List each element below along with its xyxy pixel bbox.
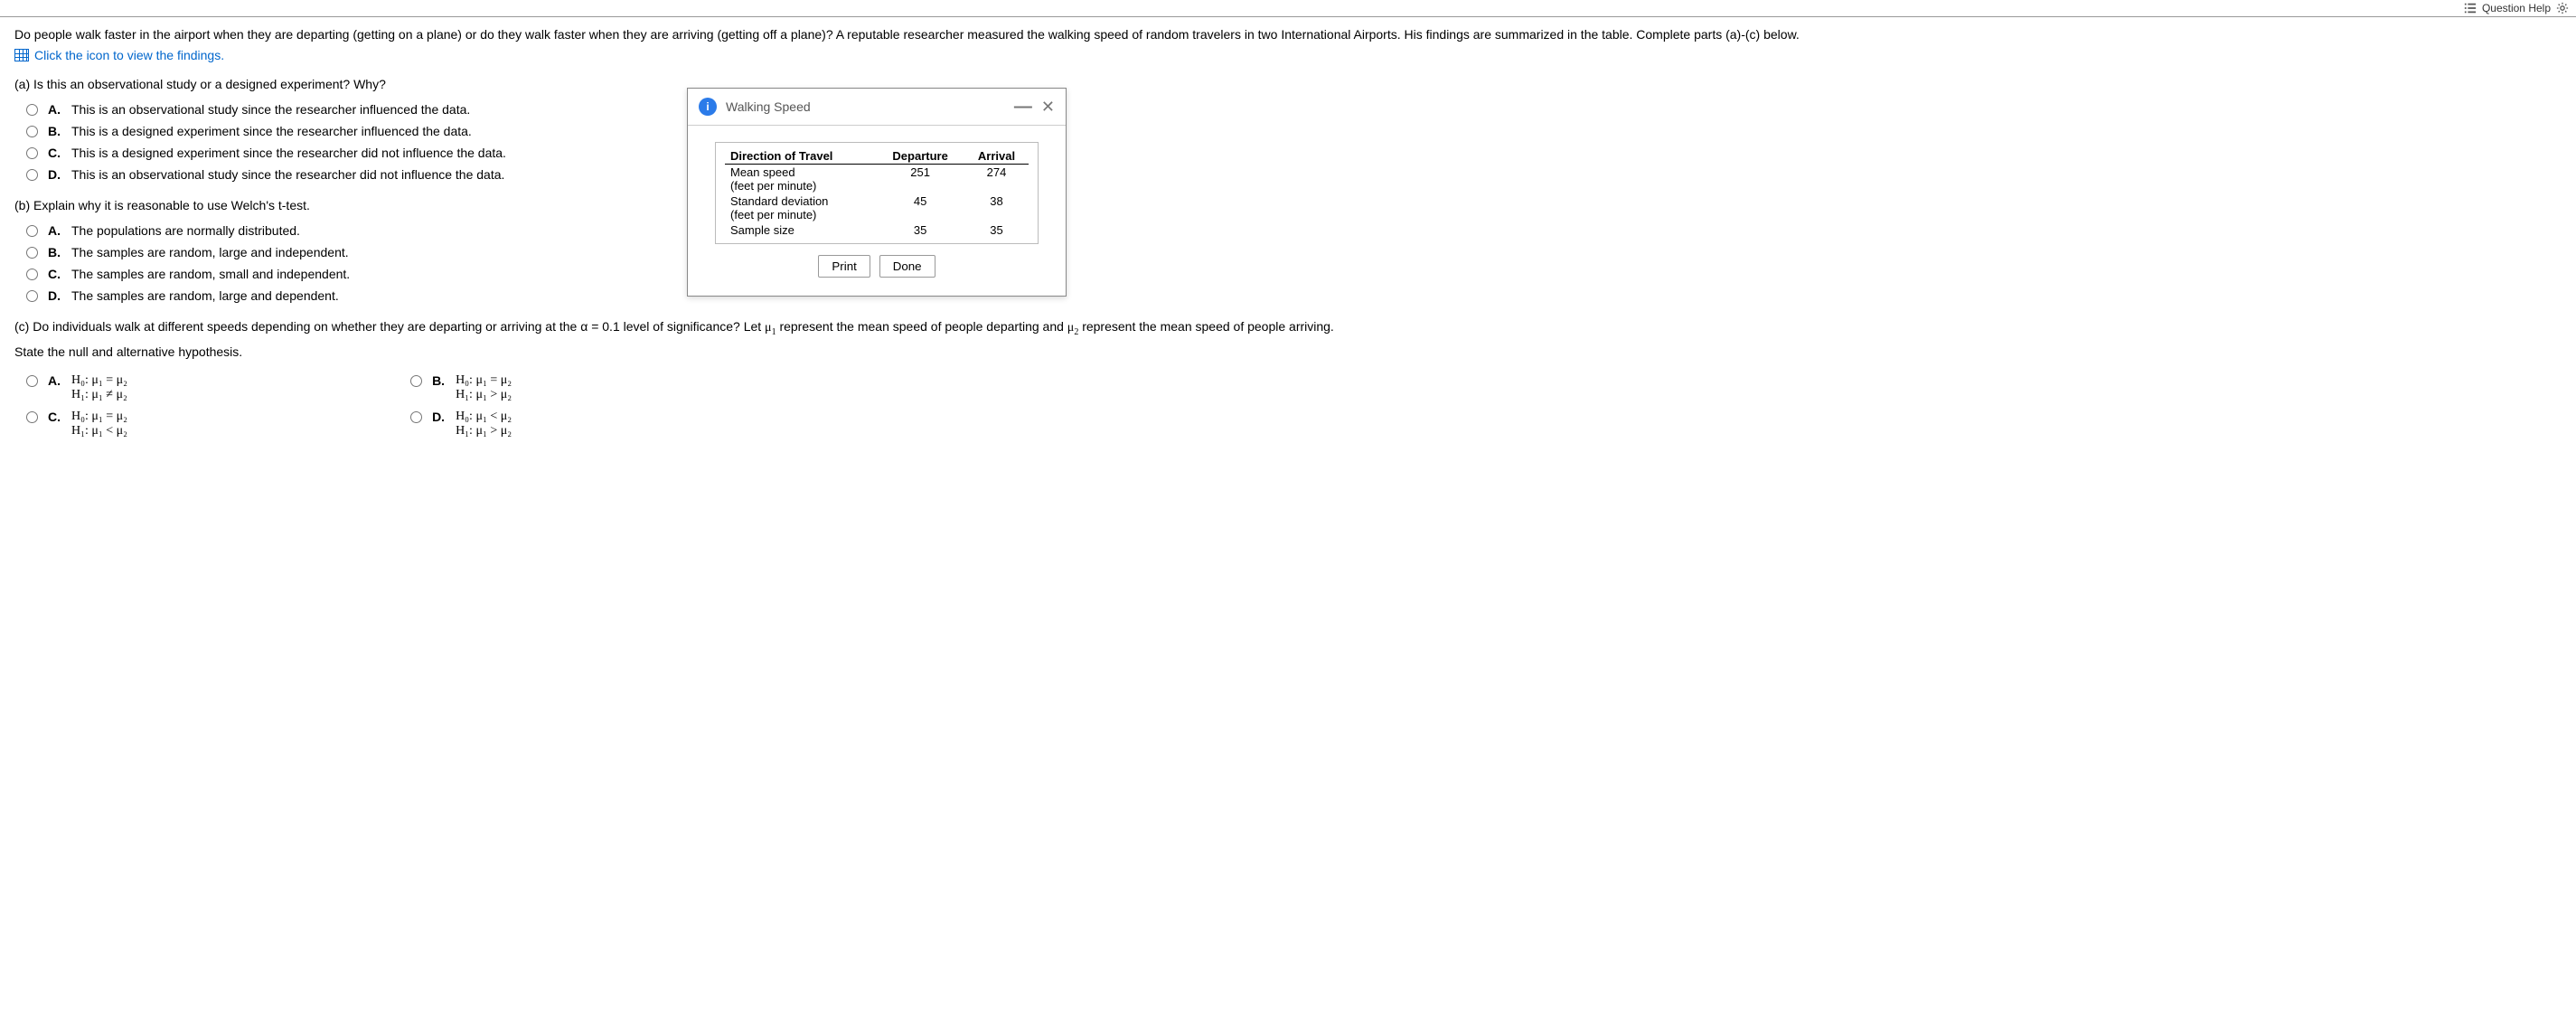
choice-b-D[interactable]: D. The samples are random, large and dep… <box>14 285 2562 306</box>
popup-body: Direction of Travel Departure Arrival Me… <box>688 126 1066 296</box>
choice-text: This is an observational study since the… <box>71 167 504 182</box>
question-b: (b) Explain why it is reasonable to use … <box>14 198 2562 306</box>
gear-icon[interactable] <box>2556 2 2569 14</box>
popup-header: i Walking Speed — ✕ <box>688 89 1066 126</box>
close-button[interactable]: ✕ <box>1041 99 1055 115</box>
choice-text: H₀: μ₁ = μ₂ H₁: μ₁ < μ₂ <box>71 410 127 438</box>
choice-letter: D. <box>432 410 448 424</box>
done-button[interactable]: Done <box>879 255 935 278</box>
choice-letter: C. <box>48 146 64 160</box>
size-arrival: 35 <box>964 222 1029 238</box>
view-findings-link[interactable]: Click the icon to view the findings. <box>14 48 224 62</box>
col-departure: Departure <box>876 148 964 165</box>
choice-c-C[interactable]: C. H₀: μ₁ = μ₂ H₁: μ₁ < μ₂ <box>14 406 127 442</box>
radio-b-A[interactable] <box>26 225 38 237</box>
choice-text: The samples are random, large and indepe… <box>71 245 349 259</box>
choice-c-D[interactable]: D. H₀: μ₁ < μ₂ H₁: μ₁ > μ₂ <box>399 406 512 442</box>
sd-departure: 45 <box>876 193 964 222</box>
findings-popup: i Walking Speed — ✕ Direction of Travel … <box>687 88 1067 297</box>
radio-c-C[interactable] <box>26 411 38 423</box>
radio-c-A[interactable] <box>26 375 38 387</box>
choice-a-C[interactable]: C. This is a designed experiment since t… <box>14 142 2562 164</box>
choice-b-C[interactable]: C. The samples are random, small and ind… <box>14 263 2562 285</box>
choice-text: H₀: μ₁ = μ₂ H₁: μ₁ > μ₂ <box>456 373 512 402</box>
choice-text: The samples are random, large and depend… <box>71 288 339 303</box>
choice-c-B[interactable]: B. H₀: μ₁ = μ₂ H₁: μ₁ > μ₂ <box>399 370 512 406</box>
radio-a-A[interactable] <box>26 104 38 116</box>
radio-c-D[interactable] <box>410 411 422 423</box>
row-sd-label: Standard deviation (feet per minute) <box>725 193 876 222</box>
size-departure: 35 <box>876 222 964 238</box>
question-c: (c) Do individuals walk at different spe… <box>14 319 2562 442</box>
choice-a-A[interactable]: A. This is an observational study since … <box>14 99 2562 120</box>
radio-b-B[interactable] <box>26 247 38 259</box>
choice-a-D[interactable]: D. This is an observational study since … <box>14 164 2562 185</box>
list-icon <box>2464 2 2477 14</box>
choice-a-B[interactable]: B. This is a designed experiment since t… <box>14 120 2562 142</box>
radio-a-C[interactable] <box>26 147 38 159</box>
findings-table: Direction of Travel Departure Arrival Me… <box>715 142 1039 244</box>
col-direction: Direction of Travel <box>725 148 876 165</box>
choice-letter: B. <box>48 124 64 138</box>
mean-arrival: 274 <box>964 165 1029 194</box>
col-arrival: Arrival <box>964 148 1029 165</box>
choice-letter: A. <box>48 373 64 388</box>
sd-arrival: 38 <box>964 193 1029 222</box>
choice-text: This is a designed experiment since the … <box>71 146 506 160</box>
radio-b-D[interactable] <box>26 290 38 302</box>
help-label[interactable]: Question Help <box>2482 2 2551 14</box>
question-a-prompt: (a) Is this an observational study or a … <box>14 77 2562 91</box>
state-hypothesis-label: State the null and alternative hypothesi… <box>14 344 2562 359</box>
table-icon <box>14 49 29 61</box>
minimize-button[interactable]: — <box>1014 98 1032 116</box>
question-b-prompt: (b) Explain why it is reasonable to use … <box>14 198 2562 212</box>
choice-letter: B. <box>48 245 64 259</box>
question-c-prompt: (c) Do individuals walk at different spe… <box>14 319 2562 337</box>
question-intro: Do people walk faster in the airport whe… <box>14 26 2562 42</box>
radio-a-D[interactable] <box>26 169 38 181</box>
choice-text: H₀: μ₁ < μ₂ H₁: μ₁ > μ₂ <box>456 410 512 438</box>
choice-letter: C. <box>48 410 64 424</box>
choice-text: This is a designed experiment since the … <box>71 124 472 138</box>
choice-letter: A. <box>48 102 64 117</box>
choice-letter: A. <box>48 223 64 238</box>
info-icon: i <box>699 98 717 116</box>
topbar: Question Help <box>0 0 2576 17</box>
row-mean-label: Mean speed (feet per minute) <box>725 165 876 194</box>
print-button[interactable]: Print <box>818 255 870 278</box>
row-size-label: Sample size <box>725 222 876 238</box>
mean-departure: 251 <box>876 165 964 194</box>
radio-c-B[interactable] <box>410 375 422 387</box>
question-a: (a) Is this an observational study or a … <box>14 77 2562 185</box>
choice-text: The populations are normally distributed… <box>71 223 300 238</box>
choice-text: H₀: μ₁ = μ₂ H₁: μ₁ ≠ μ₂ <box>71 373 127 402</box>
choice-letter: C. <box>48 267 64 281</box>
choice-text: The samples are random, small and indepe… <box>71 267 350 281</box>
choice-letter: B. <box>432 373 448 388</box>
radio-a-B[interactable] <box>26 126 38 137</box>
choice-letter: D. <box>48 288 64 303</box>
choice-letter: D. <box>48 167 64 182</box>
choice-text: This is an observational study since the… <box>71 102 470 117</box>
choice-b-B[interactable]: B. The samples are random, large and ind… <box>14 241 2562 263</box>
view-findings-label: Click the icon to view the findings. <box>34 48 224 62</box>
radio-b-C[interactable] <box>26 269 38 280</box>
popup-title: Walking Speed <box>726 99 1005 114</box>
choice-b-A[interactable]: A. The populations are normally distribu… <box>14 220 2562 241</box>
choice-c-A[interactable]: A. H₀: μ₁ = μ₂ H₁: μ₁ ≠ μ₂ <box>14 370 127 406</box>
